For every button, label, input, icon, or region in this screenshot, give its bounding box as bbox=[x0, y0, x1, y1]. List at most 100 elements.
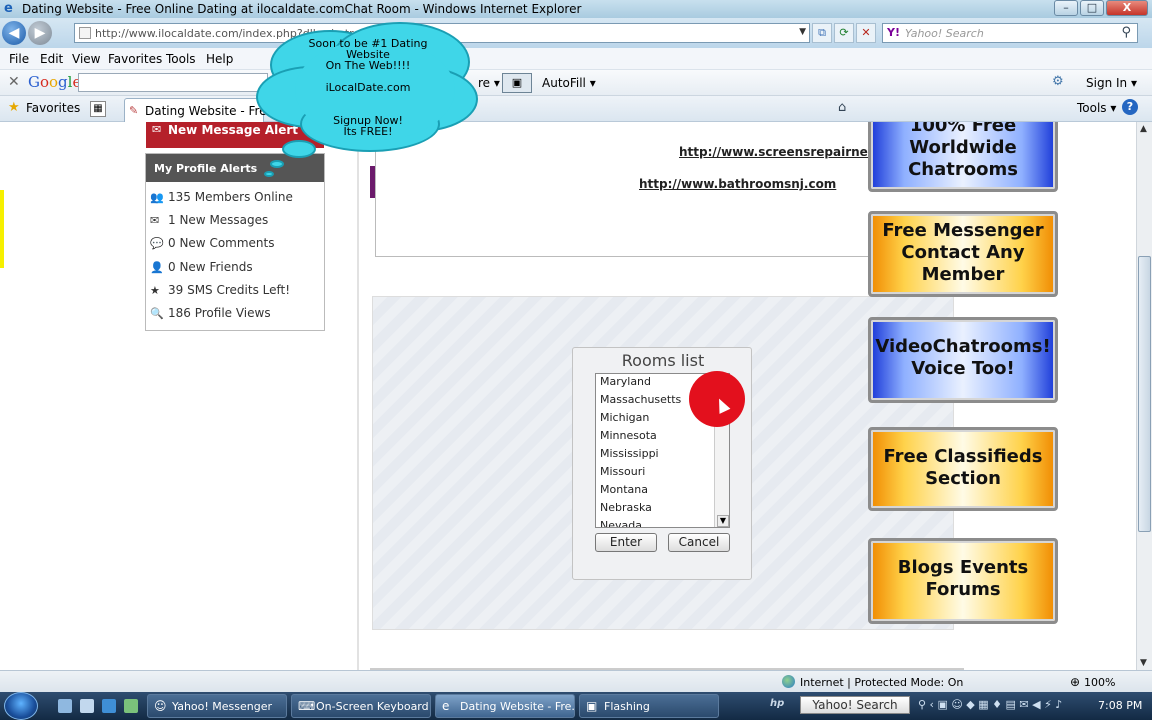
cancel-button[interactable]: Cancel bbox=[668, 533, 730, 552]
alert-text[interactable]: 135 Members Online bbox=[168, 190, 293, 204]
tab-page-icon: ✎ bbox=[129, 104, 139, 117]
link-bathroomsnj[interactable]: http://www.bathroomsnj.com bbox=[639, 177, 836, 191]
yellow-marker bbox=[0, 190, 4, 268]
zoom-level[interactable]: 100% bbox=[1084, 676, 1115, 689]
browser-tab[interactable]: ✎ Dating Website - Free ... bbox=[124, 98, 289, 122]
alert-profile-views[interactable]: 🔍 186 Profile Views bbox=[150, 306, 271, 324]
sms-star-icon: ★ bbox=[150, 284, 160, 297]
google-logo: Google bbox=[28, 73, 82, 91]
media-player-icon[interactable] bbox=[124, 699, 138, 713]
favorites-button[interactable]: Favorites bbox=[26, 101, 80, 115]
switch-windows-icon[interactable] bbox=[80, 699, 94, 713]
scroll-up-icon[interactable]: ▲ bbox=[1140, 124, 1147, 134]
google-search-input[interactable] bbox=[78, 73, 268, 92]
menu-tools[interactable]: Tools bbox=[166, 52, 196, 66]
ad-free-messenger[interactable]: Free Messenger Contact Any Member bbox=[868, 211, 1058, 297]
keyboard-icon: ⌨ bbox=[298, 699, 316, 713]
sign-in-button[interactable]: Sign In ▾ bbox=[1086, 76, 1137, 90]
room-item[interactable]: Nevada bbox=[600, 519, 642, 527]
ie-quicklaunch-icon[interactable] bbox=[102, 699, 116, 713]
room-item[interactable]: Montana bbox=[600, 483, 648, 501]
menu-edit[interactable]: Edit bbox=[40, 52, 63, 66]
profile-alerts-header: My Profile Alerts bbox=[146, 154, 324, 182]
menu-file[interactable]: File bbox=[9, 52, 29, 66]
alert-new-friends[interactable]: 👤 0 New Friends bbox=[150, 260, 253, 278]
autofill-button[interactable]: AutoFill ▾ bbox=[542, 76, 596, 90]
alert-new-comments[interactable]: 💬 0 New Comments bbox=[150, 236, 274, 254]
room-item[interactable]: Nebraska bbox=[600, 501, 652, 519]
flashing-app-icon: ▣ bbox=[586, 699, 598, 713]
close-toolbar-icon[interactable]: ✕ bbox=[8, 74, 20, 90]
ad-line: Voice Too! bbox=[911, 358, 1015, 379]
room-item[interactable]: Minnesota bbox=[600, 429, 657, 447]
menu-view[interactable]: View bbox=[72, 52, 100, 66]
ad-line: 100% Free bbox=[909, 122, 1017, 136]
link-screensrepair[interactable]: http://www.screensrepairnew bbox=[679, 145, 879, 159]
home-icon[interactable]: ⌂ bbox=[838, 100, 846, 115]
ad-free-chatrooms[interactable]: 100% Free Worldwide Chatrooms bbox=[868, 122, 1058, 192]
maximize-button[interactable]: □ bbox=[1080, 0, 1104, 16]
stop-button[interactable]: ✕ bbox=[856, 23, 876, 43]
search-icon[interactable]: ⚲ bbox=[1121, 25, 1131, 40]
task-yahoo-messenger[interactable]: ☺ Yahoo! Messenger bbox=[147, 694, 287, 718]
task-flashing[interactable]: ▣ Flashing bbox=[579, 694, 719, 718]
alert-members-online[interactable]: 👥 135 Members Online bbox=[150, 190, 293, 208]
ad-video-chatrooms[interactable]: VideoChatrooms! Voice Too! bbox=[868, 317, 1058, 403]
close-button[interactable]: X bbox=[1106, 0, 1148, 16]
tools-button[interactable]: Tools ▾ bbox=[1077, 101, 1116, 115]
ad-line: Forums bbox=[925, 579, 1001, 600]
room-item[interactable]: Mississippi bbox=[600, 447, 659, 465]
quick-tabs-icon[interactable]: ▦ bbox=[90, 101, 106, 117]
menu-favorites[interactable]: Favorites bbox=[108, 52, 162, 66]
address-dropdown-icon[interactable]: ▼ bbox=[799, 27, 806, 37]
task-onscreen-keyboard[interactable]: ⌨ On-Screen Keyboard bbox=[291, 694, 431, 718]
refresh-button[interactable]: ⟳ bbox=[834, 23, 854, 43]
yahoo-icon: Y! bbox=[887, 26, 900, 39]
ad-line: Section bbox=[925, 468, 1001, 489]
minimize-button[interactable]: – bbox=[1054, 0, 1078, 16]
room-item[interactable]: Maryland bbox=[600, 375, 651, 393]
alert-text[interactable]: 1 New Messages bbox=[168, 213, 268, 227]
zoom-icon[interactable]: ⊕ bbox=[1070, 675, 1080, 689]
scroll-thumb[interactable] bbox=[1138, 256, 1151, 532]
taskbar-search-box[interactable]: Yahoo! Search bbox=[800, 696, 910, 714]
security-zone[interactable]: Internet | Protected Mode: On bbox=[800, 676, 963, 689]
taskbar: ☺ Yahoo! Messenger ⌨ On-Screen Keyboard … bbox=[0, 692, 1152, 720]
alert-text[interactable]: 39 SMS Credits Left! bbox=[168, 283, 290, 297]
address-row: ◀ ▶ http://www.ilocaldate.com/index.php?… bbox=[0, 18, 1152, 48]
magnifier-icon: 🔍 bbox=[150, 307, 164, 320]
ad-free-classifieds[interactable]: Free Classifieds Section bbox=[868, 427, 1058, 511]
forward-button[interactable]: ▶ bbox=[28, 21, 52, 45]
page-scrollbar[interactable]: ▲ ▼ bbox=[1136, 122, 1152, 670]
alert-text[interactable]: 0 New Friends bbox=[168, 260, 253, 274]
show-desktop-icon[interactable] bbox=[58, 699, 72, 713]
task-label: Flashing bbox=[604, 700, 650, 713]
status-bar: Internet | Protected Mode: On ⊕ 100% bbox=[0, 670, 1152, 692]
enter-button[interactable]: Enter bbox=[595, 533, 657, 552]
back-button[interactable]: ◀ bbox=[2, 21, 26, 45]
start-button[interactable] bbox=[4, 692, 38, 720]
scroll-down-icon[interactable]: ▼ bbox=[717, 515, 729, 527]
menu-help[interactable]: Help bbox=[206, 52, 233, 66]
search-box[interactable]: Y! Yahoo! Search ⚲ bbox=[882, 23, 1138, 43]
taskbar-clock[interactable]: 7:08 PM bbox=[1098, 699, 1142, 712]
toolbar-layout-icon[interactable]: ▣ bbox=[502, 73, 532, 93]
wrench-icon[interactable]: ⚙ bbox=[1052, 74, 1064, 89]
compatibility-view-button[interactable]: ⧉ bbox=[812, 23, 832, 43]
alert-text[interactable]: 186 Profile Views bbox=[168, 306, 271, 320]
room-item[interactable]: Massachusetts bbox=[600, 393, 681, 411]
scroll-down-icon[interactable]: ▼ bbox=[1140, 658, 1147, 668]
help-icon[interactable]: ? bbox=[1122, 99, 1138, 115]
ad-blogs-events[interactable]: Blogs Events Forums bbox=[868, 538, 1058, 624]
google-toolbar: ✕ Google re ▾ ▣ AutoFill ▾ ⚙ Sign In ▾ bbox=[0, 70, 1152, 96]
alert-text[interactable]: 0 New Comments bbox=[168, 236, 274, 250]
favorites-star-icon[interactable]: ★ bbox=[8, 100, 20, 115]
task-dating-website[interactable]: e Dating Website - Fre... bbox=[435, 694, 575, 718]
alert-new-messages[interactable]: ✉ 1 New Messages bbox=[150, 213, 268, 231]
room-item[interactable]: Missouri bbox=[600, 465, 645, 483]
search-placeholder: Yahoo! Search bbox=[905, 27, 984, 40]
room-item[interactable]: Michigan bbox=[600, 411, 649, 429]
toolbar-more-button[interactable]: re ▾ bbox=[478, 76, 500, 90]
system-tray-icons[interactable]: ⚲ ‹ ▣ ☺ ◆ ▦ ♦ ▤ ✉ ◀ ⚡ ♪ bbox=[918, 698, 1062, 711]
alert-sms-credits[interactable]: ★ 39 SMS Credits Left! bbox=[150, 283, 290, 301]
